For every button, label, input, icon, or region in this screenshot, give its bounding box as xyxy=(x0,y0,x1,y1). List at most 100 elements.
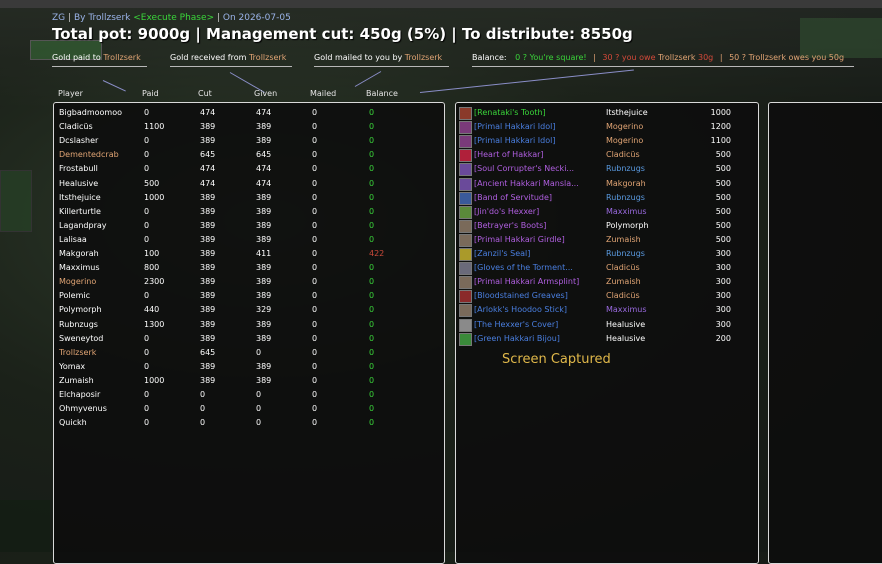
loot-row[interactable]: [Primal Hakkari Girdle] Zumaish 500 xyxy=(456,233,758,247)
item-winner: Rubnzugs xyxy=(606,249,645,258)
item-link[interactable]: [Bloodstained Greaves] xyxy=(474,291,568,300)
item-winner: Mogerino xyxy=(606,122,644,132)
item-link[interactable]: [Jin'do's Hexxer] xyxy=(474,207,539,216)
item-icon[interactable] xyxy=(459,318,472,332)
player-name: Polymorph xyxy=(59,305,102,315)
item-price: 300 xyxy=(715,291,731,301)
balance-owe-amount: 30g xyxy=(698,53,714,62)
item-link[interactable]: [Renataki's Tooth] xyxy=(474,108,546,117)
item-icon[interactable] xyxy=(459,276,472,290)
player-paid: 500 xyxy=(144,178,160,188)
item-icon[interactable] xyxy=(459,177,472,191)
player-row: Frostabull 0 474 474 0 0 xyxy=(54,162,444,176)
player-cut: 389 xyxy=(200,319,216,329)
player-paid: 0 xyxy=(144,136,150,146)
item-icon[interactable] xyxy=(459,332,472,346)
loot-row[interactable]: [Heart of Hakkar] Cladicüs 500 xyxy=(456,148,758,163)
item-link[interactable]: [Primal Hakkari Armsplint] xyxy=(474,277,579,286)
player-mailed: 0 xyxy=(312,319,318,329)
player-name: Mogerino xyxy=(59,277,97,287)
player-paid: 1000 xyxy=(144,192,165,202)
player-row: Rubnzugs 1300 389 389 0 0 xyxy=(54,318,444,332)
item-link[interactable]: [Arlokk's Hoodoo Stick] xyxy=(474,305,567,314)
item-link[interactable]: [Primal Hakkari Idol] xyxy=(474,136,555,145)
player-name: Zumaish xyxy=(59,375,94,385)
item-link[interactable]: [Green Hakkari Bijou] xyxy=(474,334,560,343)
player-balance: 0 xyxy=(369,404,375,414)
item-link[interactable]: [Ancient Hakkari Mansla... xyxy=(474,179,579,188)
item-price: 300 xyxy=(715,263,731,273)
player-paid: 0 xyxy=(144,164,150,174)
player-cut: 389 xyxy=(200,361,216,371)
player-row: Cladicüs 1100 389 389 0 0 xyxy=(54,120,444,134)
item-price: 500 xyxy=(715,192,731,202)
loot-row[interactable]: [Jin'do's Hexxer] Maxximus 500 xyxy=(456,205,758,219)
player-balance: 0 xyxy=(369,136,375,146)
item-link[interactable]: [Zanzil's Seal] xyxy=(474,249,530,258)
item-icon[interactable] xyxy=(459,304,472,318)
balance-sep: | xyxy=(719,53,723,62)
item-link[interactable]: [Gloves of the Torment... xyxy=(474,263,573,272)
item-icon[interactable] xyxy=(459,191,472,205)
item-link[interactable]: [Band of Servitude] xyxy=(474,193,552,202)
item-link[interactable]: [The Hexxer's Cover] xyxy=(474,320,558,329)
player-mailed: 0 xyxy=(312,375,318,385)
item-link[interactable]: [Betrayer's Boots] xyxy=(474,221,546,230)
item-link[interactable]: [Primal Hakkari Girdle] xyxy=(474,235,565,244)
loot-row[interactable]: [Betrayer's Boots] Polymorph 500 xyxy=(456,219,758,233)
player-row: Makgorah 100 389 411 0 422 xyxy=(54,247,444,261)
loot-row[interactable]: [Gloves of the Torment... Cladicüs 300 xyxy=(456,261,758,276)
player-balance: 0 xyxy=(369,164,375,174)
loot-row[interactable]: [Primal Hakkari Armsplint] Zumaish 300 xyxy=(456,275,758,290)
player-given: 411 xyxy=(256,249,272,258)
loot-row[interactable]: [Renataki's Tooth] Itsthejuice 1000 xyxy=(456,106,758,120)
loot-row[interactable]: [Bloodstained Greaves] Cladicüs 300 xyxy=(456,289,758,304)
player-row: Lagandpray 0 389 389 0 0 xyxy=(54,219,444,233)
item-price: 500 xyxy=(715,150,731,160)
item-icon[interactable] xyxy=(459,290,472,304)
loot-row[interactable]: [Zanzil's Seal] Rubnzugs 300 xyxy=(456,247,758,261)
player-balance: 0 xyxy=(369,206,375,216)
item-link[interactable]: [Soul Corrupter's Necki... xyxy=(474,164,574,173)
item-price: 300 xyxy=(715,305,731,315)
item-icon[interactable] xyxy=(459,205,472,219)
player-name: Dementedcrab xyxy=(59,150,119,160)
item-icon[interactable] xyxy=(459,163,472,177)
player-name: Sweneytod xyxy=(59,333,104,343)
loot-row[interactable]: [Primal Hakkari Idol] Mogerino 1100 xyxy=(456,134,758,149)
item-icon[interactable] xyxy=(459,135,472,149)
col-given: Given xyxy=(254,89,278,98)
player-row: Quickh 0 0 0 0 0 xyxy=(54,416,444,430)
legend-mailed-underline xyxy=(314,66,449,67)
loot-row[interactable]: [Primal Hakkari Idol] Mogerino 1200 xyxy=(456,120,758,135)
player-row: Itsthejuice 1000 389 389 0 0 xyxy=(54,191,444,205)
player-given: 389 xyxy=(256,122,272,132)
player-given: 474 xyxy=(256,164,272,174)
item-link[interactable]: [Primal Hakkari Idol] xyxy=(474,122,555,131)
item-icon[interactable] xyxy=(459,219,472,233)
item-icon[interactable] xyxy=(459,233,472,247)
player-row: Dementedcrab 0 645 645 0 0 xyxy=(54,148,444,162)
item-link[interactable]: [Heart of Hakkar] xyxy=(474,150,544,159)
loot-row[interactable]: [Band of Servitude] Rubnzugs 500 xyxy=(456,191,758,205)
player-cut: 389 xyxy=(200,333,216,343)
loot-row[interactable]: [Ancient Hakkari Mansla... Makgorah 500 xyxy=(456,177,758,191)
player-row: Elchaposir 0 0 0 0 0 xyxy=(54,388,444,402)
loot-row[interactable]: [Arlokk's Hoodoo Stick] Maxximus 300 xyxy=(456,303,758,318)
player-row: Maxximus 800 389 389 0 0 xyxy=(54,261,444,275)
player-mailed: 0 xyxy=(312,347,318,357)
item-icon[interactable] xyxy=(459,149,472,163)
player-cut: 389 xyxy=(200,206,216,216)
item-icon[interactable] xyxy=(459,262,472,276)
loot-row[interactable]: [Green Hakkari Bijou] Healusive 200 xyxy=(456,332,758,346)
player-paid: 0 xyxy=(144,404,150,414)
loot-row[interactable]: [The Hexxer's Cover] Healusive 300 xyxy=(456,318,758,332)
loot-row[interactable]: [Soul Corrupter's Necki... Rubnzugs 500 xyxy=(456,162,758,177)
item-icon[interactable] xyxy=(459,107,472,120)
item-winner: Healusive xyxy=(606,333,646,343)
item-icon[interactable] xyxy=(459,121,472,135)
item-icon[interactable] xyxy=(459,248,472,261)
player-name: Polemic xyxy=(59,291,90,301)
player-given: 0 xyxy=(256,390,262,399)
player-name: Bigbadmoomoo xyxy=(59,108,123,117)
